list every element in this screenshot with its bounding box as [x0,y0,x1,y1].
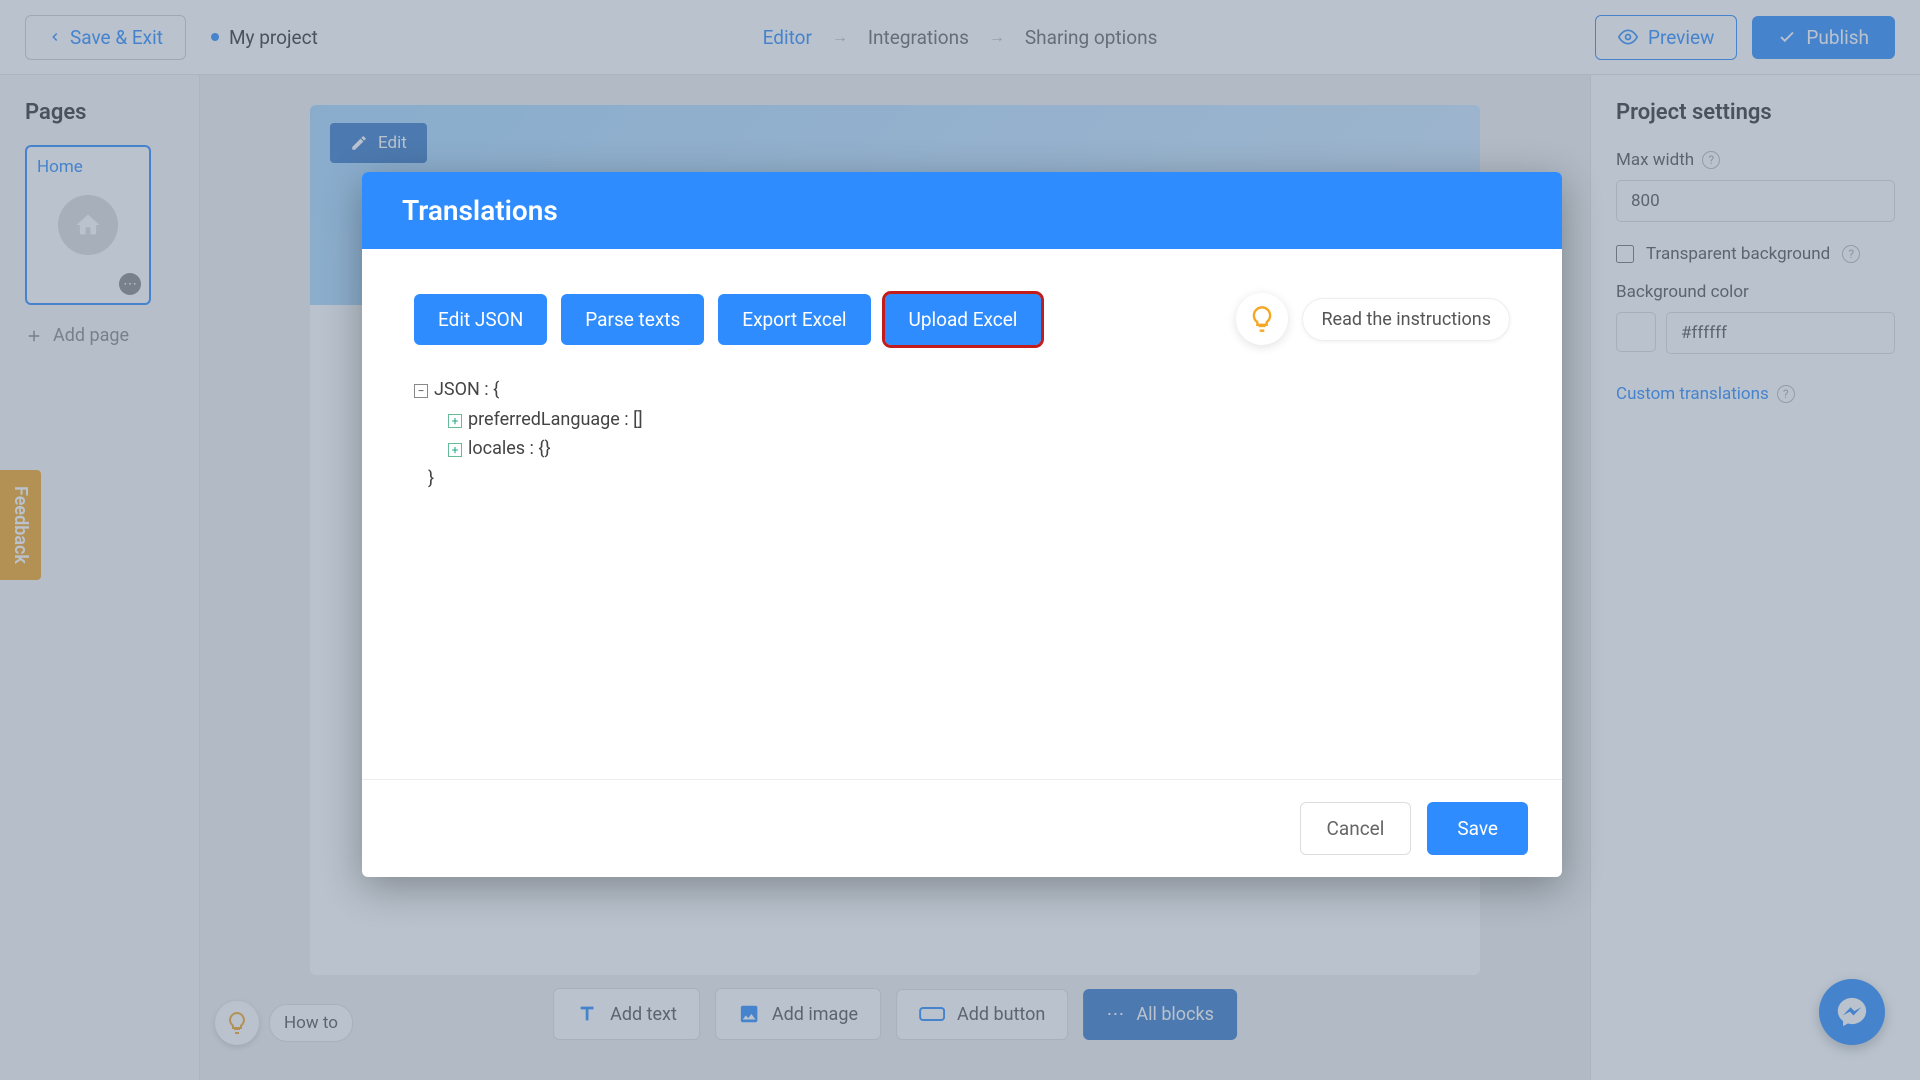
cancel-button[interactable]: Cancel [1300,802,1412,855]
read-instructions-link[interactable]: Read the instructions [1302,298,1510,341]
translations-modal: Translations Edit JSON Parse texts Expor… [362,172,1562,877]
json-root: JSON : { [434,379,499,400]
json-preferred-language: preferredLanguage : [] [468,409,643,430]
parse-texts-button[interactable]: Parse texts [561,294,704,345]
export-excel-button[interactable]: Export Excel [718,294,870,345]
json-locales: locales : {} [468,438,551,459]
edit-json-button[interactable]: Edit JSON [414,294,547,345]
upload-excel-button[interactable]: Upload Excel [885,294,1042,345]
instructions-bulb-icon [1236,293,1288,345]
json-expand-icon[interactable]: + [448,414,462,428]
modal-title: Translations [362,172,1562,249]
save-button[interactable]: Save [1427,802,1528,855]
json-tree[interactable]: −JSON : { + preferredLanguage : [] + local… [414,375,1510,494]
json-expand-icon[interactable]: + [448,443,462,457]
json-collapse-icon[interactable]: − [414,384,428,398]
json-close: } [414,464,1510,494]
